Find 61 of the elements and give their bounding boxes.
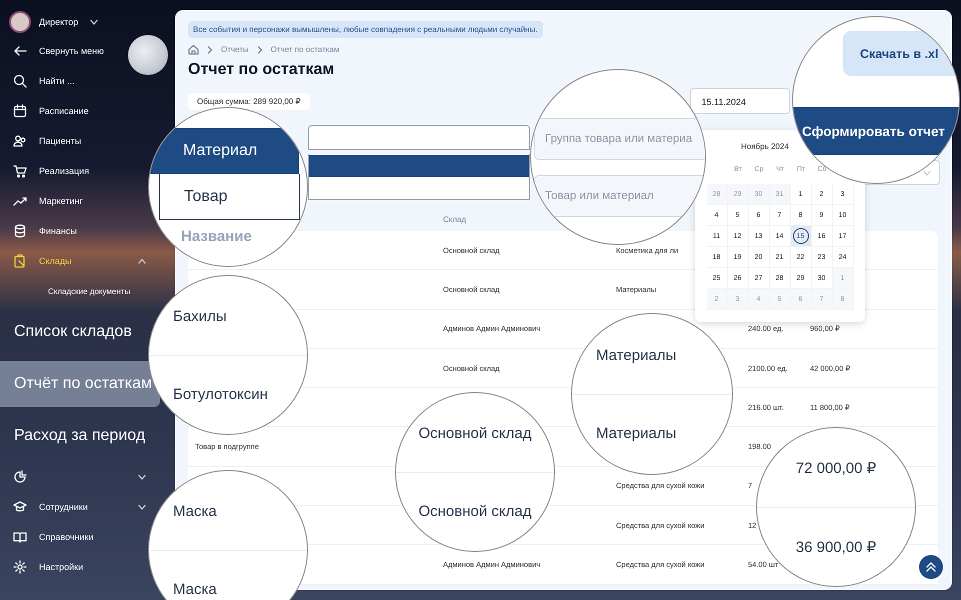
nav-item[interactable]: Расписание <box>0 96 107 126</box>
people-icon <box>13 134 27 148</box>
user-menu[interactable]: Директор <box>0 8 108 36</box>
pie-chart-icon <box>13 470 27 484</box>
nav-item[interactable]: Найти ... <box>0 66 93 96</box>
table-cell: 36 900,00 ₽ <box>796 538 876 556</box>
table-cell: Основной склад <box>418 424 532 442</box>
chevron-icon <box>138 258 146 264</box>
table-cell: Маска <box>173 581 217 598</box>
home-icon <box>188 44 199 55</box>
cart-icon <box>13 164 27 178</box>
nav-item[interactable]: Реализация <box>0 156 108 186</box>
table-cell: Маска <box>173 502 217 520</box>
moon-drawing <box>128 35 168 75</box>
nav-item[interactable]: Пациенты <box>0 126 100 156</box>
generate-report-button[interactable]: Сформировать отчет <box>793 107 959 155</box>
column-header: Название <box>180 228 253 245</box>
stack-icon <box>13 224 27 238</box>
graduation-cap-icon <box>13 500 27 514</box>
calendar-month: Ноябрь 2024 <box>741 142 789 153</box>
submenu-item[interactable]: Складские документы <box>0 276 130 306</box>
table-cell: Бахилы <box>173 308 227 324</box>
total-sum: Общая сумма: 289 920,00 ₽ <box>188 92 310 110</box>
arrow-left-icon <box>13 44 27 58</box>
input-field[interactable]: Товар или материал <box>534 175 705 217</box>
nav-item[interactable]: Маркетинг <box>0 186 101 216</box>
search-icon <box>13 74 27 88</box>
table-cell: 72 000,00 ₽ <box>796 459 876 477</box>
table-cell: Материалы <box>596 425 676 442</box>
chevron-icon <box>923 170 931 176</box>
column-header: Склад <box>443 215 466 224</box>
table-cell: Материалы <box>596 346 676 364</box>
submenu-item[interactable]: Список складов <box>0 306 136 358</box>
table-cell: Основной склад <box>418 503 532 520</box>
nav-item[interactable]: Склады <box>0 246 146 276</box>
page-title: Отчет по остаткам <box>188 61 336 79</box>
chevron-icon <box>138 474 146 480</box>
nav-item[interactable]: Свернуть меню <box>0 36 122 66</box>
chevron-icon <box>138 504 146 510</box>
chevron-icon <box>90 19 98 25</box>
calendar-icon <box>13 104 27 118</box>
nav-item[interactable]: Финансы <box>0 216 95 246</box>
nav-item[interactable]: Справочники <box>0 522 112 552</box>
book-icon <box>13 530 27 544</box>
clipboard-icon <box>13 254 27 268</box>
double-chevron-up-icon <box>925 561 937 573</box>
table-cell: Ботулотоксин <box>173 386 268 403</box>
avatar <box>9 11 31 33</box>
notice-banner: Все события и персонажи вымышлены, любые совпадения с реальными людьми случайны. <box>188 21 543 38</box>
nav-item[interactable]: Сотрудники <box>0 492 146 522</box>
submenu-item[interactable]: Расход за период <box>0 410 150 462</box>
chevron-right-icon <box>207 46 213 54</box>
submenu-item[interactable]: Отчёт по остаткам <box>0 361 160 407</box>
type-select[interactable] <box>308 125 530 150</box>
chevron-right-icon <box>256 46 263 54</box>
date-field[interactable]: 15.11.2024 <box>690 88 790 114</box>
dropdown-option[interactable]: Материал <box>149 128 299 174</box>
nav-item[interactable]: Настройки <box>0 552 102 582</box>
settings-icon <box>13 560 27 574</box>
dropdown-option[interactable]: Товар <box>159 174 300 220</box>
input-field[interactable]: Группа товара или материа <box>534 118 705 160</box>
